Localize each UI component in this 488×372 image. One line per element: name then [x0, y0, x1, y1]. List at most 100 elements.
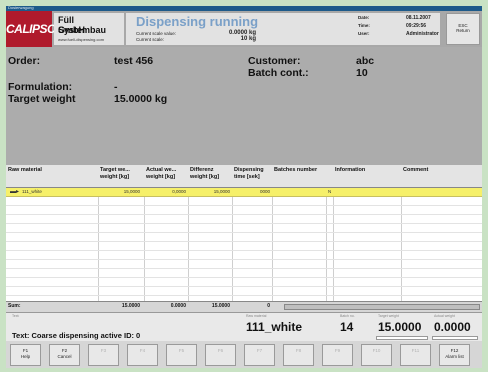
return-label: Return [456, 28, 470, 33]
header-comment[interactable]: Comment [403, 167, 479, 174]
table-row[interactable] [6, 269, 482, 278]
f12-alarm-list-button[interactable]: F12 Alarm list [439, 344, 470, 366]
f4-button[interactable]: F4 [127, 344, 158, 366]
f2-label: Cancel [57, 354, 72, 359]
header-difference[interactable]: Differenz weight [kg] [190, 167, 232, 181]
title-strip-text: Dosierwagung [8, 5, 34, 10]
f6-button[interactable]: F6 [205, 344, 236, 366]
table-row[interactable] [6, 278, 482, 287]
header-raw-material[interactable]: Raw material [8, 167, 96, 174]
progress-bar [376, 336, 428, 340]
f9-button[interactable]: F9 [322, 344, 353, 366]
raw-material-table: Raw material Target we... weight [kg] Ac… [6, 165, 482, 301]
customer-label: Customer: [248, 55, 301, 67]
f8-key: F8 [295, 348, 302, 353]
table-row[interactable] [6, 197, 482, 206]
calipso-logo: CALIPSO [6, 11, 56, 47]
f5-button[interactable]: F5 [166, 344, 197, 366]
target-weight-value: 15.0000 kg [114, 93, 168, 105]
horizontal-scrollbar[interactable] [284, 304, 480, 310]
f12-label: Alarm list [445, 354, 464, 359]
calipso-window: Dosierwagung CALIPSO Füll Systembau GmbH… [0, 0, 488, 372]
f11-button[interactable]: F11 [400, 344, 431, 366]
table-row-selected[interactable]: ▬▸ 111_white 15,0000 0,0000 15,0000 0000… [6, 188, 482, 197]
status-message: Text: Coarse dispensing active ID: 0 [12, 331, 141, 340]
table-row[interactable] [6, 215, 482, 224]
f1-help-button[interactable]: F1 Help [10, 344, 41, 366]
dispensing-info-bar: Text: Text: Coarse dispensing active ID:… [6, 312, 482, 341]
sum-target-weight: 15.0000 [121, 303, 140, 309]
header: CALIPSO Füll Systembau GmbH www.fuell-di… [6, 11, 482, 48]
function-key-bar: F1 Help F2 Cancel F3 F4 F5 F6 F7 F8 F9 F10… [6, 341, 482, 368]
number-sublabel: Batch no. [340, 314, 355, 318]
user-value: Administrator [406, 31, 439, 37]
cell-raw-material: 111_white [22, 189, 42, 194]
time-label: Time: [358, 23, 370, 28]
f1-label: Help [20, 354, 31, 359]
f10-button[interactable]: F10 [361, 344, 392, 366]
table-row[interactable] [6, 233, 482, 242]
batch-label: Batch cont.: [248, 67, 309, 79]
table-header: Raw material Target we... weight [kg] Ac… [6, 165, 482, 188]
header-target-weight[interactable]: Target we... weight [kg] [100, 167, 142, 181]
actual-weight-display: 0.0000 [434, 320, 471, 334]
header-batches-number[interactable]: Batches number [274, 167, 324, 174]
sum-label: Sum: [8, 303, 21, 309]
f5-key: F5 [178, 348, 185, 353]
scale-value-label: Current scale value: [136, 31, 177, 36]
date-label: Date: [358, 15, 370, 20]
status-title: Dispensing running [136, 14, 259, 29]
table-row[interactable] [6, 260, 482, 269]
cell-target-weight: 15,0000 [123, 189, 140, 194]
f12-key: F12 [450, 348, 459, 353]
sum-time: 0 [267, 303, 270, 309]
company-box: Füll Systembau GmbH www.fuell-dispensing… [54, 13, 124, 45]
tolerance-bar [432, 336, 478, 340]
f7-button[interactable]: F7 [244, 344, 275, 366]
scale-label: Current scale: [136, 37, 165, 42]
cell-difference: 15,0000 [213, 189, 230, 194]
sum-difference: 15.0000 [211, 303, 230, 309]
batch-value: 10 [356, 67, 368, 79]
target-sublabel: Target weight [378, 314, 399, 318]
current-material: 111_white [246, 320, 303, 334]
table-row[interactable] [6, 251, 482, 260]
batch-number: 14 [340, 320, 354, 334]
header-information[interactable]: Information [335, 167, 399, 174]
row-pointer-icon: ▬▸ [10, 189, 20, 195]
f1-key: F1 [22, 348, 29, 353]
target-weight-display: 15.0000 [378, 320, 422, 334]
f3-button[interactable]: F3 [88, 344, 119, 366]
status-box: Dispensing running Current scale value: … [126, 13, 388, 45]
table-row[interactable] [6, 224, 482, 233]
f8-button[interactable]: F8 [283, 344, 314, 366]
table-row[interactable] [6, 287, 482, 296]
header-dispensing-time[interactable]: Dispensing time [sek] [234, 167, 272, 181]
f6-key: F6 [217, 348, 224, 353]
f3-key: F3 [100, 348, 107, 353]
f4-key: F4 [139, 348, 146, 353]
table-row[interactable] [6, 242, 482, 251]
sum-actual-weight: 0.0000 [170, 303, 186, 309]
f2-key: F2 [61, 348, 68, 353]
material-sublabel: Raw material [246, 314, 267, 318]
f2-cancel-button[interactable]: F2 Cancel [49, 344, 80, 366]
formulation-value: - [114, 81, 118, 93]
order-panel: Order: test 456 Customer: abc Batch cont… [6, 47, 482, 165]
sum-row: Sum: 15.0000 0.0000 15.0000 0 [6, 301, 482, 312]
cell-flag: N [328, 189, 332, 194]
company-suffix: GmbH [58, 25, 85, 35]
formulation-label: Formulation: [8, 81, 73, 93]
actual-sublabel: Actual weight [434, 314, 455, 318]
scale-capacity: 10 kg [240, 36, 256, 42]
text-field-label: Text: [12, 314, 20, 318]
f10-key: F10 [372, 348, 381, 353]
target-weight-label: Target weight [8, 93, 76, 105]
time-value: 09:29:56 [406, 23, 427, 29]
order-value: test 456 [114, 55, 154, 67]
table-row[interactable] [6, 206, 482, 215]
header-actual-weight[interactable]: Actual we... weight [kg] [146, 167, 188, 181]
f11-key: F11 [411, 348, 420, 353]
customer-value: abc [356, 55, 375, 67]
esc-return-button[interactable]: ESC Return [446, 13, 480, 45]
